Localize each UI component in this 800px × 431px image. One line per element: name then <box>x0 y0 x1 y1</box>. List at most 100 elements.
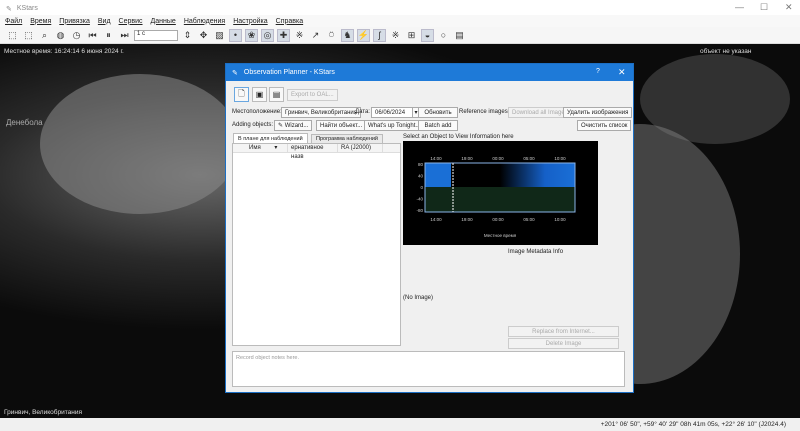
x-tick-top: 19:00 <box>461 156 473 161</box>
menu-view[interactable]: Вид <box>98 18 111 25</box>
menu-pointing[interactable]: Привязка <box>59 18 90 25</box>
y-tick: 40 <box>418 174 424 179</box>
window-title: KStars <box>16 5 38 12</box>
focus-object-label: объект не указан <box>700 48 752 55</box>
table-header: Имя ▾ ернативное назв RA (J2000) <box>233 144 400 160</box>
local-time-label: Местное время: 16:24:14 6 июня 2024 г. <box>4 48 124 55</box>
x-tick-bottom: 19:00 <box>461 217 473 222</box>
step-back-icon[interactable]: ⏮ <box>86 29 99 42</box>
wizard-button[interactable]: ✎ Wizard... <box>274 120 313 131</box>
menu-observation[interactable]: Наблюдения <box>184 18 225 25</box>
time-step-units-icon[interactable]: ⇕ <box>181 29 194 42</box>
location-button[interactable]: Гринвич, Великобритания <box>281 107 361 118</box>
dialog-titlebar: ✎ Observation Planner - KStars ? ✕ <box>226 64 633 81</box>
step-forward-icon[interactable]: ⏭ <box>118 29 131 42</box>
hips-icon[interactable]: ▤ <box>453 29 466 42</box>
tab-wishlist[interactable]: В плане для наблюдений <box>233 133 308 143</box>
toolbar: ⬚ ⬚ ⌕ ◍ ◷ ⏮ ⏸ ⏭ 1 с ⇕ ✥ ▨ • ❀ ◎ ✚ ※ ↗ ⍥ … <box>0 27 800 44</box>
search-icon[interactable]: ⌕ <box>38 29 51 42</box>
menu-data[interactable]: Данные <box>151 18 176 25</box>
x-axis-label: Местное время <box>484 233 517 238</box>
x-tick-top: 05:00 <box>523 156 535 161</box>
daylight-band <box>425 163 451 187</box>
export-oal-button[interactable]: Export to OAL... <box>287 89 338 101</box>
supernova-icon[interactable]: ✚ <box>277 28 290 42</box>
satellites-icon[interactable]: ⍥ <box>325 29 338 42</box>
object-list-table[interactable]: Имя ▾ ернативное назв RA (J2000) <box>232 143 401 346</box>
x-tick-bottom: 05:00 <box>523 217 535 222</box>
milky-way-icon[interactable]: ⊞ <box>405 29 418 42</box>
app-icon: ✎ <box>6 5 12 13</box>
clear-list-button[interactable]: Очистить список <box>577 120 632 131</box>
column-name[interactable]: Имя ▾ <box>233 144 288 152</box>
reference-images-label: Reference images: <box>459 109 510 115</box>
below-horizon-band <box>425 187 575 212</box>
deep-sky-icon[interactable]: ❀ <box>245 28 258 42</box>
object-notes-textarea[interactable]: Record object notes here. <box>232 351 625 387</box>
x-tick-top: 10:00 <box>554 156 566 161</box>
menu-settings[interactable]: Настройка <box>233 18 267 25</box>
y-tick: 80 <box>418 162 424 167</box>
refresh-button[interactable]: Обновить <box>418 107 458 118</box>
globe-icon[interactable]: ◍ <box>54 29 67 42</box>
find-object-button[interactable]: Найти объект... <box>316 120 367 131</box>
clock-icon[interactable]: ◷ <box>70 29 83 42</box>
minimize-button[interactable]: — <box>735 2 744 12</box>
batch-add-button[interactable]: Batch add <box>418 120 458 131</box>
x-tick-top: 00:00 <box>492 156 504 161</box>
y-tick: -80 <box>416 208 423 213</box>
no-image-label: (No Image) <box>403 295 434 301</box>
y-tick: -40 <box>416 197 423 202</box>
star-label: Денебола <box>6 118 43 127</box>
column-ra[interactable]: RA (J2000) <box>338 144 383 152</box>
x-tick-bottom: 10:00 <box>554 217 566 222</box>
zoom-in-icon[interactable]: ⬚ <box>6 29 19 42</box>
constellation-art-icon[interactable]: ♞ <box>341 28 354 42</box>
stars-icon[interactable]: • <box>229 28 242 42</box>
column-alt-name[interactable]: ернативное назв <box>288 144 338 160</box>
menu-file[interactable]: Файл <box>5 18 22 25</box>
zoom-out-icon[interactable]: ⬚ <box>22 29 35 42</box>
maximize-button[interactable]: ☐ <box>760 2 768 13</box>
constellation-names-icon[interactable]: ※ <box>389 29 402 42</box>
adding-objects-label: Adding objects: <box>232 122 274 128</box>
crosshair-icon[interactable]: ✥ <box>197 29 210 42</box>
delete-image-button[interactable]: Delete Image <box>508 338 619 349</box>
location-label: Местоположение: <box>232 109 282 115</box>
constellation-lines-icon[interactable]: ⚡ <box>357 28 370 42</box>
replace-image-button[interactable]: Replace from Internet... <box>508 326 619 337</box>
image-icon[interactable]: ▨ <box>213 29 226 42</box>
menu-tools[interactable]: Сервис <box>119 18 143 25</box>
pause-icon[interactable]: ⏸ <box>102 29 115 42</box>
constellation-bounds-icon[interactable]: ʃ <box>373 28 386 42</box>
close-button[interactable]: ✕ <box>785 2 793 13</box>
open-list-icon[interactable]: ▣ <box>252 87 267 102</box>
ground-icon[interactable]: ◒ <box>421 28 434 42</box>
date-label: Дата: <box>355 109 370 115</box>
sort-indicator-icon: ▾ <box>274 145 278 151</box>
delete-images-button[interactable]: Удалить изображения <box>563 107 633 118</box>
menu-bar: Файл Время Привязка Вид Сервис Данные На… <box>0 15 800 27</box>
constellation-art <box>640 54 790 144</box>
x-tick-bottom: 14:00 <box>430 217 442 222</box>
altitude-chart-svg: 14:00 14:00 19:00 19:00 00:00 00:00 05:00 05:00… <box>416 156 576 238</box>
menu-time[interactable]: Время <box>30 18 51 25</box>
date-field[interactable]: 06/06/2024 <box>371 107 413 118</box>
wand-icon: ✎ <box>278 123 285 129</box>
menu-help[interactable]: Справка <box>276 18 303 25</box>
horizon-icon[interactable]: ○ <box>437 29 450 42</box>
time-step-spinbox[interactable]: 1 с <box>134 29 178 41</box>
help-button[interactable]: ? <box>596 68 600 75</box>
location-label: Гринвич, Великобритания <box>4 409 82 416</box>
dialog-close-button[interactable]: ✕ <box>618 67 626 78</box>
x-tick-top: 14:00 <box>430 156 442 161</box>
wizard-label: Wizard... <box>284 122 309 129</box>
comets-icon[interactable]: ↗ <box>309 29 322 42</box>
new-list-icon[interactable]: 🗋 <box>234 87 249 102</box>
asteroids-icon[interactable]: ※ <box>293 29 306 42</box>
constellation-art <box>40 74 240 214</box>
app-icon: ✎ <box>232 69 238 77</box>
whats-up-tonight-button[interactable]: What's up Tonight... <box>364 120 425 131</box>
solar-system-icon[interactable]: ◎ <box>261 28 274 42</box>
save-list-icon[interactable]: ▤ <box>269 87 284 102</box>
